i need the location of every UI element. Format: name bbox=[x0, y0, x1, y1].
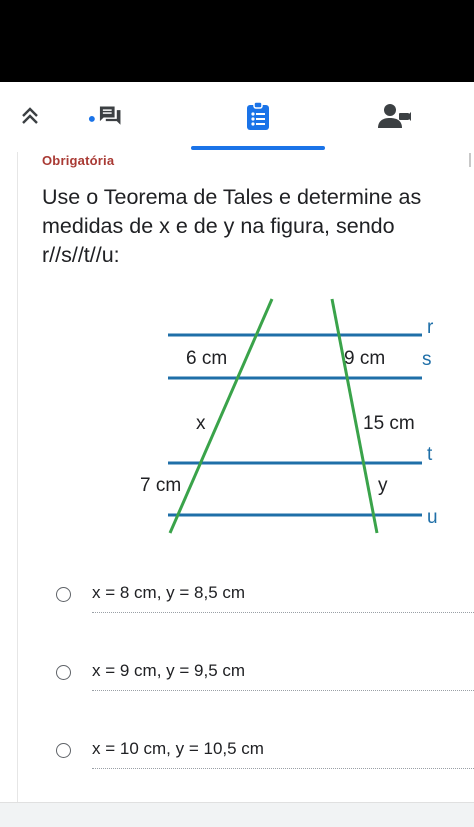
question-line: medidas de x e de y na figura, sendo bbox=[42, 214, 395, 238]
segment-label-x: x bbox=[196, 413, 206, 434]
person-add-icon bbox=[378, 104, 411, 128]
radio-button[interactable] bbox=[56, 587, 71, 602]
option-label: x = 9 cm, y = 9,5 cm bbox=[92, 661, 246, 680]
required-label: Obrigatória bbox=[42, 153, 115, 168]
notification-dot bbox=[88, 116, 95, 122]
assignment-icon bbox=[247, 101, 269, 130]
label-s: s bbox=[422, 349, 432, 370]
form-toolbar bbox=[0, 82, 474, 152]
collapse-button[interactable] bbox=[8, 96, 52, 136]
segment-label-7cm: 7 cm bbox=[140, 475, 181, 496]
people-button[interactable] bbox=[372, 96, 416, 136]
answer-option[interactable]: x = 10 cm, y = 10,5 cm bbox=[40, 739, 474, 779]
comments-button[interactable] bbox=[86, 96, 130, 136]
question-line: Use o Teorema de Tales e determine as bbox=[42, 185, 422, 209]
option-divider bbox=[92, 690, 474, 691]
radio-button[interactable] bbox=[56, 665, 71, 680]
next-card-edge bbox=[469, 153, 471, 167]
label-t: t bbox=[427, 444, 433, 465]
double-chevron-up-icon bbox=[22, 107, 38, 124]
option-label: x = 8 cm, y = 8,5 cm bbox=[92, 583, 246, 602]
option-divider bbox=[92, 612, 474, 613]
question-line: r//s//t//u: bbox=[42, 243, 120, 267]
status-bar bbox=[0, 0, 474, 82]
label-r: r bbox=[427, 317, 434, 338]
option-label: x = 10 cm, y = 10,5 cm bbox=[92, 739, 264, 758]
segment-label-6cm: 6 cm bbox=[186, 348, 227, 369]
answer-option[interactable]: x = 8 cm, y = 8,5 cm bbox=[40, 583, 474, 623]
option-divider bbox=[92, 768, 474, 769]
radio-button[interactable] bbox=[56, 743, 71, 758]
segment-label-9cm: 9 cm bbox=[344, 348, 385, 369]
bottom-bar bbox=[0, 802, 474, 827]
segment-label-y: y bbox=[378, 475, 388, 496]
tab-questions[interactable] bbox=[236, 96, 280, 136]
label-u: u bbox=[427, 507, 438, 528]
active-tab-indicator bbox=[191, 146, 325, 150]
chat-icon bbox=[88, 106, 121, 125]
answer-option[interactable]: x = 9 cm, y = 9,5 cm bbox=[40, 661, 474, 701]
thales-figure: r s t u 6 cm 9 cm x 15 cm 7 cm y bbox=[140, 298, 438, 534]
segment-label-15cm: 15 cm bbox=[363, 413, 415, 434]
question-text: Use o Teorema de Tales e determine as me… bbox=[42, 183, 474, 270]
